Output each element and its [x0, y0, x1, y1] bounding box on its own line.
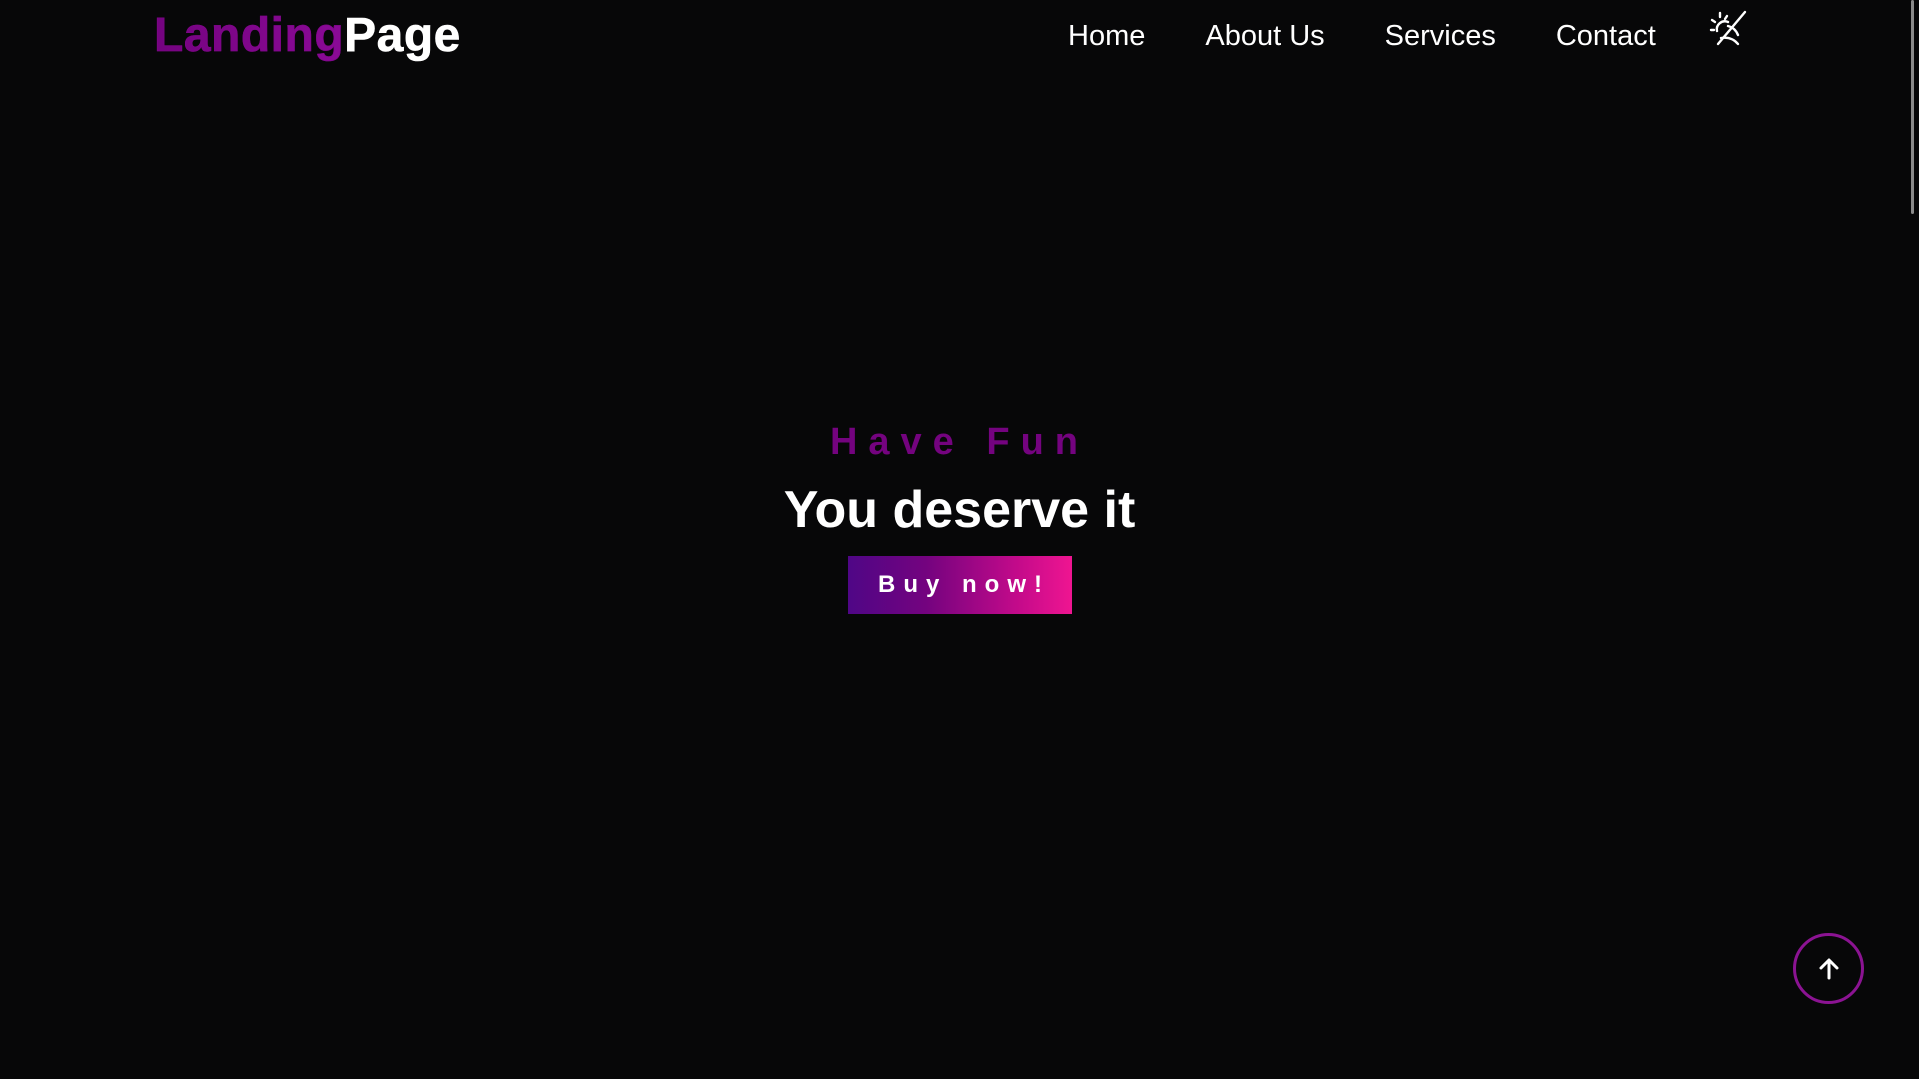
page-scrollbar[interactable]: [1907, 0, 1919, 1079]
buy-now-button[interactable]: Buy now!: [848, 556, 1072, 614]
hero-section: Have Fun You deserve it Buy now!: [0, 0, 1919, 1079]
arrow-up-icon: [1819, 958, 1838, 979]
hero-headline: You deserve it: [783, 481, 1136, 539]
scroll-to-top-button[interactable]: [1793, 933, 1864, 1004]
scrollbar-thumb[interactable]: [1911, 0, 1914, 214]
landing-page: LandingPage Home About Us Services Conta…: [0, 0, 1919, 1079]
hero-kicker: Have Fun: [829, 421, 1090, 463]
